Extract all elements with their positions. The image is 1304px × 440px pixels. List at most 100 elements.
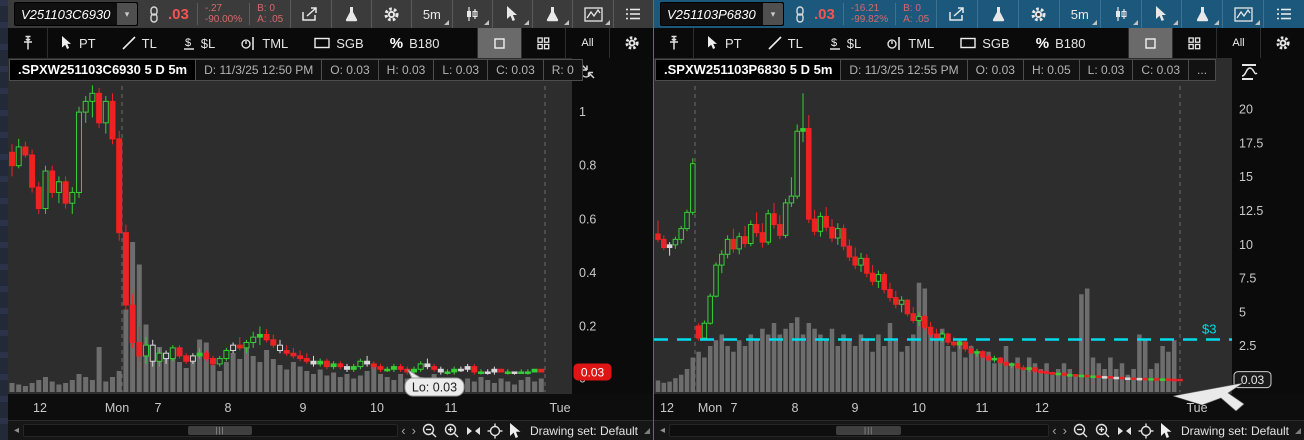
header-date: D: 11/3/25 12:55 PM xyxy=(841,59,967,81)
chevron-down-icon xyxy=(484,20,489,25)
symbol-input[interactable]: V251103P6830 ▾ xyxy=(660,2,784,26)
svg-text:15: 15 xyxy=(1239,170,1253,184)
svg-text:12: 12 xyxy=(660,401,674,415)
chart-scrollbar[interactable]: ||| xyxy=(669,424,1049,437)
tool-tl-label: TL xyxy=(142,36,157,51)
tool-sgb[interactable]: SGB xyxy=(947,28,1022,58)
crosshair-icon[interactable] xyxy=(484,423,506,439)
svg-text:11: 11 xyxy=(976,401,989,415)
patterns-button[interactable] xyxy=(572,0,612,28)
zoom-in-icon[interactable] xyxy=(1092,423,1114,439)
link-icon[interactable] xyxy=(788,0,812,28)
candlestick-chart[interactable]: 10.80.60.40.2012Mon7891011Tue0.03Lo: 0.0… xyxy=(8,84,653,420)
tool-tl[interactable]: TL xyxy=(755,28,816,58)
timeframe-button[interactable]: 5m xyxy=(411,0,451,28)
tool-sgb[interactable]: SGB xyxy=(301,28,376,58)
svg-text:$: $ xyxy=(831,37,837,49)
tool-tml[interactable]: TML xyxy=(228,28,301,58)
expand-horizontal-icon[interactable] xyxy=(463,425,484,437)
change-percent: -90.00% xyxy=(205,14,242,25)
chart-header: .SPXW251103C6930 5 D 5m D: 11/3/25 12:50… xyxy=(9,59,583,81)
drawing-set-dropdown-icon[interactable] xyxy=(644,428,650,434)
pin-icon[interactable] xyxy=(654,28,694,58)
chart-top-toolbar: V251103P6830 ▾ .03 -16.21 -99.82% B: 0 A… xyxy=(654,0,1304,28)
dollar-level-icon: $ xyxy=(183,36,195,51)
percent-icon: % xyxy=(1036,35,1049,52)
percent-icon: % xyxy=(390,35,403,52)
toolbar-gear-icon[interactable] xyxy=(1260,28,1304,58)
share-icon[interactable] xyxy=(936,0,977,28)
tool-b180-label: B180 xyxy=(1055,36,1085,51)
toolbar-gear-icon[interactable] xyxy=(609,28,653,58)
gear-icon[interactable] xyxy=(1018,0,1059,28)
rectangle-icon xyxy=(960,37,976,49)
drawing-set-dropdown-icon[interactable] xyxy=(1295,428,1301,434)
tool-sl[interactable]: $ $L xyxy=(170,28,228,58)
change-block: -.27 -90.00% xyxy=(198,0,249,28)
ask-value: A: .05 xyxy=(257,14,283,25)
tool-tml[interactable]: TML xyxy=(874,28,947,58)
studies-flask-icon[interactable] xyxy=(331,0,371,28)
svg-text:0.03: 0.03 xyxy=(1241,373,1265,387)
pointer-tool-button[interactable] xyxy=(1141,0,1182,28)
tool-b180[interactable]: % B180 xyxy=(1023,28,1099,58)
symbol-dropdown-button[interactable]: ▾ xyxy=(763,3,783,25)
patterns-button[interactable] xyxy=(1222,0,1263,28)
gear-icon[interactable] xyxy=(371,0,411,28)
tool-pt[interactable]: PT xyxy=(48,28,109,58)
scroll-left-icon[interactable]: ◂ xyxy=(656,425,669,436)
grid-layout-button[interactable] xyxy=(1172,28,1216,58)
pointer-tool-button[interactable] xyxy=(492,0,532,28)
menu-list-icon[interactable] xyxy=(613,0,653,28)
chart-scrollbar[interactable]: ||| xyxy=(23,424,398,437)
pin-icon[interactable] xyxy=(8,28,48,58)
scrollbar-thumb[interactable]: ||| xyxy=(188,426,251,435)
tool-sl[interactable]: $ $L xyxy=(816,28,874,58)
cursor-tool-icon[interactable] xyxy=(1157,423,1176,439)
svg-text:20: 20 xyxy=(1239,103,1253,117)
grid-layout-button[interactable] xyxy=(521,28,565,58)
symbol-value[interactable]: V251103P6830 xyxy=(661,7,763,22)
analysis-flask-button[interactable] xyxy=(532,0,572,28)
share-icon[interactable] xyxy=(290,0,330,28)
studies-flask-icon[interactable] xyxy=(977,0,1018,28)
single-chart-button[interactable] xyxy=(1128,28,1172,58)
svg-text:0.8: 0.8 xyxy=(579,159,596,173)
cursor-tool-icon[interactable] xyxy=(506,423,525,439)
scroll-left-icon[interactable]: ◂ xyxy=(10,425,23,436)
crosshair-icon[interactable] xyxy=(1135,423,1157,439)
tool-pt[interactable]: PT xyxy=(694,28,755,58)
analysis-flask-button[interactable] xyxy=(1181,0,1222,28)
scrollbar-thumb[interactable]: ||| xyxy=(836,426,900,435)
page-next-icon[interactable]: › xyxy=(1060,424,1070,437)
tool-b180[interactable]: % B180 xyxy=(377,28,453,58)
single-chart-button[interactable] xyxy=(477,28,521,58)
page-prev-icon[interactable]: ‹ xyxy=(1049,424,1059,437)
header-close: C: 0.03 xyxy=(488,59,544,81)
drawing-toolbar: PT TL $ $L TML SGB % B180 xyxy=(654,28,1304,58)
all-button[interactable]: All xyxy=(565,28,609,58)
symbol-input[interactable]: V251103C6930 ▾ xyxy=(14,2,138,26)
menu-list-icon[interactable] xyxy=(1263,0,1304,28)
candlestick-chart[interactable]: $32017.51512.5107.552.512Mon789101112Tue… xyxy=(654,84,1304,420)
drawing-set-label[interactable]: Drawing set: Default xyxy=(1176,424,1295,438)
page-prev-icon[interactable]: ‹ xyxy=(398,424,408,437)
chart-style-button[interactable] xyxy=(1100,0,1141,28)
chart-style-button[interactable] xyxy=(452,0,492,28)
svg-text:10: 10 xyxy=(370,401,384,415)
zoom-out-icon[interactable] xyxy=(1070,423,1092,439)
expand-horizontal-icon[interactable] xyxy=(1114,425,1135,437)
drawing-set-label[interactable]: Drawing set: Default xyxy=(525,424,644,438)
zoom-in-icon[interactable] xyxy=(441,423,463,439)
svg-text:$: $ xyxy=(185,37,191,49)
timeframe-button[interactable]: 5m xyxy=(1059,0,1100,28)
link-icon[interactable] xyxy=(142,0,166,28)
symbol-dropdown-button[interactable]: ▾ xyxy=(117,3,137,25)
tool-tl[interactable]: TL xyxy=(109,28,170,58)
zoom-out-icon[interactable] xyxy=(419,423,441,439)
symbol-value[interactable]: V251103C6930 xyxy=(15,7,117,22)
all-button[interactable]: All xyxy=(1216,28,1260,58)
page-next-icon[interactable]: › xyxy=(409,424,419,437)
chart-region: .SPXW251103P6830 5 D 5m D: 11/3/25 12:55… xyxy=(654,58,1304,420)
tool-pt-label: PT xyxy=(725,36,742,51)
